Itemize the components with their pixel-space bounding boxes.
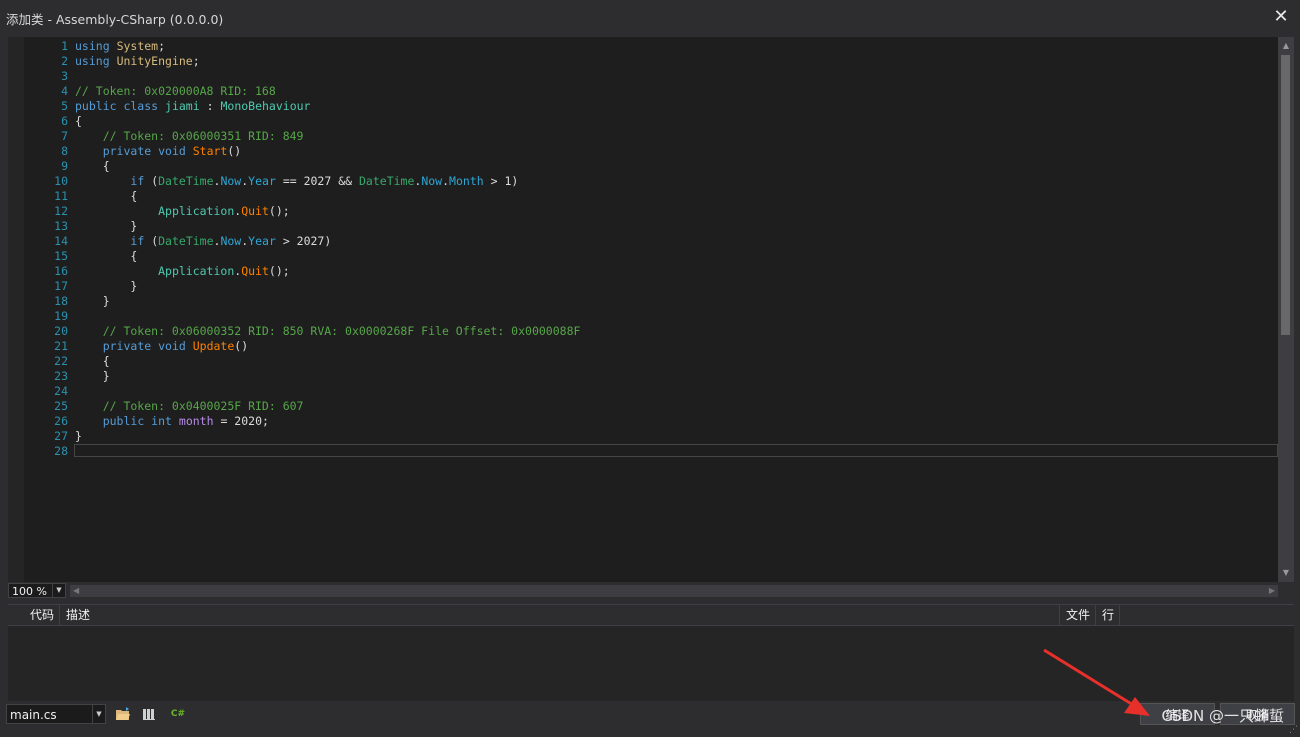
code-editor[interactable]: 1 2 3 4 5 6 7 8 9 10 11 12 13 14 15 16 1…: [8, 37, 1294, 582]
line-number-gutter: 1 2 3 4 5 6 7 8 9 10 11 12 13 14 15 16 1…: [24, 37, 72, 459]
line-number: 1: [61, 39, 68, 53]
code-line: private void Start(): [102, 144, 242, 158]
column-description[interactable]: 描述: [60, 605, 1060, 625]
references-icon[interactable]: [142, 706, 158, 722]
title-bar: 添加类 - Assembly-CSharp (0.0.0.0) ✕: [0, 0, 1300, 34]
line-number: 25: [54, 399, 68, 413]
line-number: 11: [54, 189, 68, 203]
line-number: 24: [54, 384, 68, 398]
chevron-down-icon[interactable]: ▼: [52, 584, 65, 597]
code-line: {: [75, 249, 138, 263]
error-list-panel: 代码 描述 文件 行: [8, 604, 1294, 701]
open-folder-icon[interactable]: [115, 706, 131, 722]
code-line: if (DateTime.Now.Year == 2027 && DateTim…: [130, 174, 519, 188]
resize-grip-icon[interactable]: ⋰: [1289, 725, 1298, 735]
code-line: {: [75, 114, 82, 128]
current-line-highlight: [74, 444, 1278, 457]
bottom-toolbar: main.cs ▼ C# 编译 取消 ⋰: [0, 701, 1300, 737]
code-line: public int month = 2020;: [102, 414, 269, 428]
scroll-left-icon[interactable]: ◀: [73, 585, 79, 597]
code-line: }: [75, 369, 110, 383]
code-line: if (DateTime.Now.Year > 2027): [130, 234, 332, 248]
line-number: 15: [54, 249, 68, 263]
code-line: // Token: 0x0400025F RID: 607: [75, 399, 304, 413]
vertical-scrollbar[interactable]: ▲ ▼: [1278, 37, 1294, 582]
line-number: 16: [54, 264, 68, 278]
column-file[interactable]: 文件: [1060, 605, 1096, 625]
code-line: Application.Quit();: [158, 204, 290, 218]
line-number: 22: [54, 354, 68, 368]
file-select-value: main.cs: [10, 708, 57, 722]
line-number: 8: [61, 144, 68, 158]
line-number: 3: [61, 69, 68, 83]
scrollbar-thumb[interactable]: [1281, 55, 1290, 335]
code-line: using UnityEngine;: [75, 54, 200, 68]
zoom-select[interactable]: 100 % ▼: [8, 583, 66, 598]
code-line: {: [75, 189, 138, 203]
line-number: 21: [54, 339, 68, 353]
scroll-down-icon[interactable]: ▼: [1278, 566, 1294, 580]
file-select[interactable]: main.cs ▼: [6, 704, 106, 724]
line-number: 27: [54, 429, 68, 443]
line-number: 2: [61, 54, 68, 68]
line-number: 23: [54, 369, 68, 383]
line-number: 28: [54, 444, 68, 458]
code-line: using System;: [75, 39, 166, 53]
code-line: private void Update(): [102, 339, 249, 353]
editor-status-bar: 100 % ▼ ◀ ▶: [8, 583, 1294, 599]
line-number: 12: [54, 204, 68, 218]
code-line: }: [75, 219, 138, 233]
line-number: 18: [54, 294, 68, 308]
watermark: CSDN @一只蜂蜇: [1161, 707, 1284, 725]
line-number: 10: [54, 174, 68, 188]
line-number: 14: [54, 234, 68, 248]
line-number: 7: [61, 129, 68, 143]
line-number: 9: [61, 159, 68, 173]
line-number: 19: [54, 309, 68, 323]
code-text[interactable]: using System; using UnityEngine; // Toke…: [75, 37, 1278, 459]
code-line: }: [75, 279, 138, 293]
line-number: 13: [54, 219, 68, 233]
scroll-right-icon[interactable]: ▶: [1269, 585, 1275, 597]
code-line: // Token: 0x06000351 RID: 849: [75, 129, 304, 143]
code-line: }: [75, 294, 110, 308]
editor-margin: [8, 37, 24, 582]
csharp-icon[interactable]: C#: [170, 706, 186, 722]
window-title: 添加类 - Assembly-CSharp (0.0.0.0): [6, 12, 224, 27]
line-number: 4: [61, 84, 68, 98]
scroll-up-icon[interactable]: ▲: [1278, 39, 1294, 53]
line-number: 20: [54, 324, 68, 338]
chevron-down-icon[interactable]: ▼: [92, 705, 105, 723]
code-line: Application.Quit();: [158, 264, 290, 278]
line-number: 5: [61, 99, 68, 113]
code-line: public class jiami : MonoBehaviour: [75, 99, 311, 113]
zoom-value: 100 %: [12, 585, 47, 598]
column-line[interactable]: 行: [1096, 605, 1120, 625]
close-icon[interactable]: ✕: [1270, 6, 1292, 28]
code-line: // Token: 0x06000352 RID: 850 RVA: 0x000…: [75, 324, 581, 338]
line-number: 17: [54, 279, 68, 293]
line-number: 26: [54, 414, 68, 428]
code-line: {: [75, 159, 110, 173]
error-list-header: 代码 描述 文件 行: [8, 605, 1294, 626]
code-line: // Token: 0x020000A8 RID: 168: [75, 84, 276, 98]
column-code[interactable]: 代码: [8, 605, 60, 625]
code-line: }: [75, 429, 82, 443]
code-line: {: [75, 354, 110, 368]
line-number: 6: [61, 114, 68, 128]
horizontal-scrollbar[interactable]: ◀ ▶: [70, 585, 1278, 597]
